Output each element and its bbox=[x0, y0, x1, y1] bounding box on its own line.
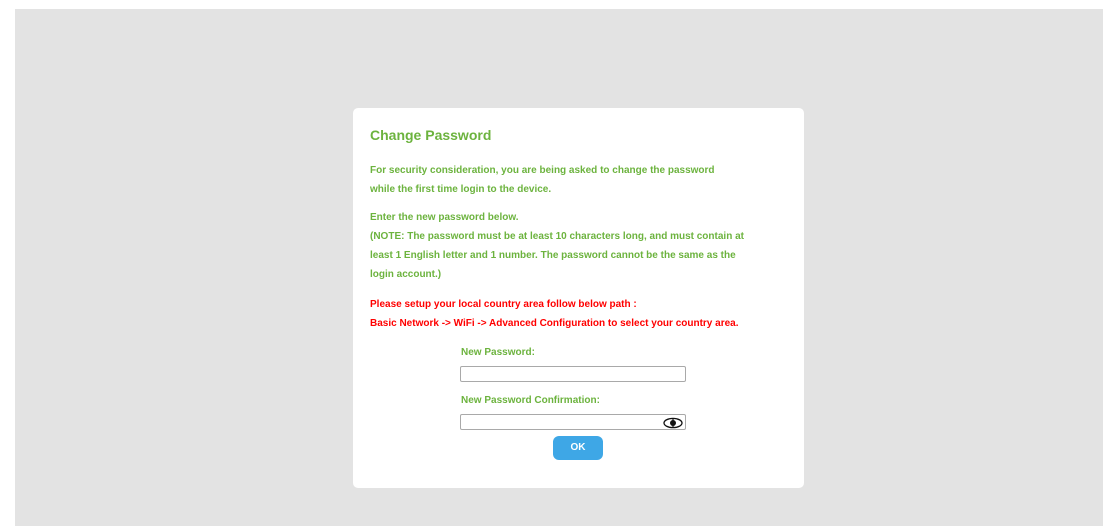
new-password-label: New Password: bbox=[461, 347, 535, 358]
confirm-password-field-box bbox=[460, 414, 686, 433]
security-intro: For security consideration, you are bein… bbox=[370, 161, 715, 199]
instruction-line: (NOTE: The password must be at least 10 … bbox=[370, 231, 744, 242]
instruction-line: login account.) bbox=[370, 269, 442, 280]
confirm-password-label: New Password Confirmation: bbox=[461, 395, 600, 406]
password-instructions: Enter the new password below. (NOTE: The… bbox=[370, 208, 744, 284]
new-password-field-box bbox=[460, 366, 686, 385]
instruction-line: least 1 English letter and 1 number. The… bbox=[370, 250, 736, 261]
confirm-password-input[interactable] bbox=[461, 418, 661, 433]
warning-line: Please setup your local country area fol… bbox=[370, 299, 637, 310]
new-password-input[interactable] bbox=[461, 370, 685, 385]
change-password-dialog: Change Password For security considerati… bbox=[353, 108, 804, 488]
eye-icon[interactable] bbox=[663, 416, 683, 429]
ok-button[interactable]: OK bbox=[553, 436, 603, 460]
country-warning: Please setup your local country area fol… bbox=[370, 295, 739, 333]
intro-line: while the first time login to the device… bbox=[370, 184, 552, 195]
page-backdrop: Change Password For security considerati… bbox=[15, 9, 1103, 526]
dialog-title: Change Password bbox=[370, 127, 492, 143]
intro-line: For security consideration, you are bein… bbox=[370, 165, 715, 176]
instruction-line: Enter the new password below. bbox=[370, 212, 519, 223]
warning-line: Basic Network -> WiFi -> Advanced Config… bbox=[370, 318, 739, 329]
